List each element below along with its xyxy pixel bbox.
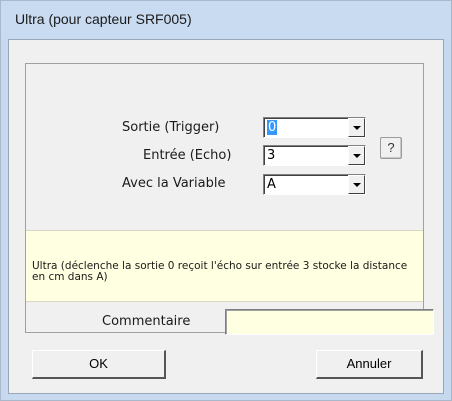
chevron-down-icon[interactable] [348,175,365,194]
echo-label: Entrée (Echo) [143,148,232,163]
comment-label: Commentaire [102,314,191,329]
trigger-value: 0 [267,120,278,135]
trigger-label: Sortie (Trigger) [122,120,220,135]
variable-label: Avec la Variable [122,176,226,191]
echo-combo[interactable]: 3 [263,145,366,166]
info-panel: Ultra (déclenche la sortie 0 reçoit l'éc… [26,230,423,302]
window-title: Ultra (pour capteur SRF005) [15,11,192,27]
cancel-button[interactable]: Annuler [316,350,423,379]
variable-value: A [267,177,276,192]
echo-value: 3 [267,148,276,163]
chevron-down-icon[interactable] [348,146,365,165]
comment-input[interactable] [225,309,434,335]
help-button[interactable]: ? [380,137,402,159]
settings-group: Sortie (Trigger) 0 Entrée (Echo) 3 ? Ave… [25,63,424,333]
title-bar[interactable]: Ultra (pour capteur SRF005) [1,1,451,39]
variable-combo[interactable]: A [263,174,366,195]
chevron-down-icon[interactable] [348,118,365,137]
info-description: Ultra (déclenche la sortie 0 reçoit l'éc… [32,260,408,283]
ok-button[interactable]: OK [32,350,166,379]
trigger-combo[interactable]: 0 [263,117,366,138]
dialog-body: Sortie (Trigger) 0 Entrée (Echo) 3 ? Ave… [8,39,444,394]
dialog-window: Ultra (pour capteur SRF005) Sortie (Trig… [0,0,452,401]
